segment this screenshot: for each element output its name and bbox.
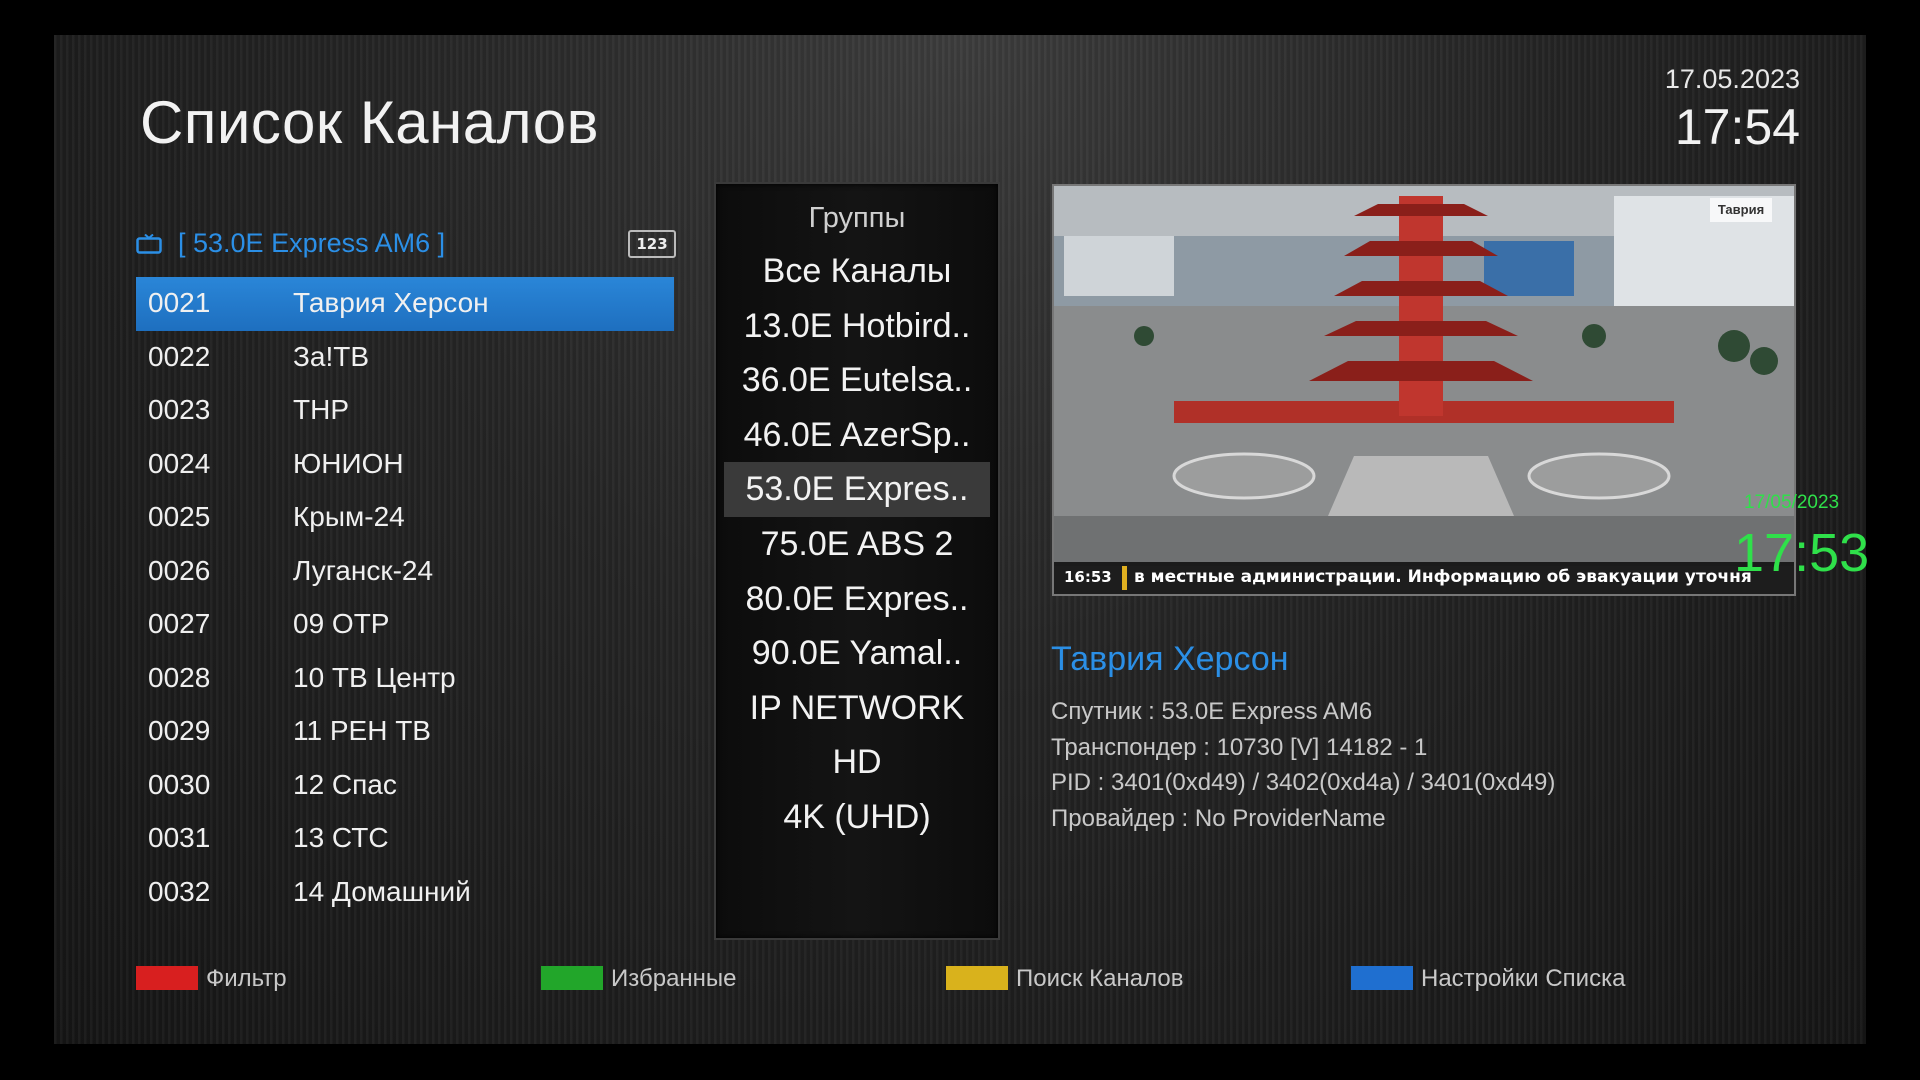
info-channel-name: Таврия Херсон [1051, 640, 1289, 678]
channel-row[interactable]: 0028 10 ТВ Центр [136, 652, 674, 706]
legend-label: Поиск Каналов [1016, 965, 1184, 992]
legend-label: Настройки Списка [1421, 965, 1626, 992]
channel-row[interactable]: 0030 12 Спас [136, 759, 674, 813]
channel-number: 0023 [148, 394, 211, 425]
group-item[interactable]: 75.0E ABS 2 [724, 517, 990, 572]
group-item[interactable]: 46.0E AzerSp.. [724, 408, 990, 463]
channel-name: Крым-24 [293, 501, 405, 532]
channel-name: ТНР [293, 394, 349, 425]
group-item[interactable]: Все Каналы [724, 244, 990, 299]
channel-row[interactable]: 0027 09 ОТР [136, 598, 674, 652]
news-ticker: 16:53 в местные администрации. Информаци… [1054, 562, 1794, 594]
channel-row[interactable]: 0022 За!ТВ [136, 331, 674, 385]
ticker-time: 16:53 [1064, 568, 1112, 586]
info-provider: Провайдер : No ProviderName [1051, 804, 1386, 832]
channel-name: 10 ТВ Центр [293, 661, 456, 693]
yellow-key-swatch [946, 966, 1008, 990]
channel-row[interactable]: 0029 11 РЕН ТВ [136, 705, 674, 759]
channel-number: 0022 [148, 340, 211, 372]
channel-row[interactable]: 0025 Крым-24 [136, 491, 674, 545]
page-title: Список Каналов [140, 89, 600, 156]
satellite-label: [ 53.0E Express AM6 ] [178, 228, 446, 258]
channel-name: Таврия Херсон [293, 287, 489, 318]
channel-name: ЮНИОН [293, 447, 404, 479]
channel-name: 13 СТС [293, 822, 389, 853]
number-mode-badge: 123 [628, 230, 676, 258]
group-item[interactable]: 13.0E Hotbird.. [724, 299, 990, 354]
channel-number: 0026 [148, 554, 211, 586]
header-time: 17:54 [1674, 99, 1800, 155]
channel-number: 0025 [148, 501, 211, 532]
channel-number: 0028 [148, 661, 211, 693]
channel-name: 12 Спас [293, 768, 397, 800]
group-item[interactable]: 90.0E Yamal.. [724, 626, 990, 681]
group-item[interactable]: 36.0E Eutelsa.. [724, 353, 990, 408]
channel-name: 09 ОТР [293, 608, 390, 639]
green-key-swatch [541, 966, 603, 990]
legend-label: Избранные [611, 965, 737, 992]
channel-row[interactable]: 0026 Луганск-24 [136, 545, 674, 599]
ticker-divider [1122, 566, 1127, 590]
channel-name: 14 Домашний [293, 875, 471, 907]
channel-info: Спутник : 53.0E Express AM6 Транспондер … [1051, 694, 1555, 836]
group-list: Все Каналы 13.0E Hotbird.. 36.0E Eutelsa..… [724, 244, 990, 845]
group-item[interactable]: IP NETWORK [724, 681, 990, 736]
channel-name: За!ТВ [293, 340, 370, 372]
channel-number: 0021 [148, 287, 211, 318]
groups-panel: Группы Все Каналы 13.0E Hotbird.. 36.0E Eu… [714, 182, 1000, 940]
tv-icon [136, 234, 162, 254]
channel-number: 0030 [148, 768, 211, 800]
group-item[interactable]: HD [724, 735, 990, 790]
channel-number: 0024 [148, 447, 211, 479]
channel-number: 0032 [148, 875, 211, 907]
info-pid: PID : 3401(0xd49) / 3402(0xd4a) / 3401(0… [1051, 769, 1556, 796]
ticker-text: в местные администрации. Информацию об э… [1134, 567, 1752, 587]
channel-row[interactable]: 0024 ЮНИОН [136, 438, 674, 492]
channel-row[interactable]: 0031 13 СТС [136, 812, 674, 866]
channel-row[interactable]: 0032 14 Домашний [136, 866, 674, 920]
info-satellite: Спутник : 53.0E Express AM6 [1051, 698, 1373, 725]
channel-name: Луганск-24 [293, 554, 434, 586]
channel-row[interactable]: 0023 ТНР [136, 384, 674, 438]
header-date: 17.05.2023 [1664, 64, 1800, 94]
channel-number: 0027 [148, 608, 211, 639]
group-item[interactable]: 4K (UHD) [724, 790, 990, 845]
satellite-header[interactable]: [ 53.0E Express AM6 ] 123 [136, 226, 676, 266]
channel-number: 0031 [148, 822, 211, 853]
blue-key-swatch [1351, 966, 1413, 990]
group-item[interactable]: 80.0E Expres.. [724, 572, 990, 627]
channel-number: 0029 [148, 715, 211, 746]
info-transponder: Транспондер : 10730 [V] 14182 - 1 [1051, 733, 1428, 761]
channel-logo: Таврия [1710, 198, 1772, 222]
osd-date: 17/05/2023 [1744, 492, 1840, 513]
channel-name: 11 РЕН ТВ [293, 715, 431, 746]
channel-row[interactable]: 0021 Таврия Херсон [136, 277, 674, 331]
channel-list: 0021 Таврия Херсон 0022 За!ТВ 0023 ТНР 0024 ЮНИ… [136, 277, 674, 919]
groups-title: Группы [808, 202, 906, 234]
preview-scene-image [1054, 186, 1794, 566]
group-item[interactable]: 53.0E Expres.. [724, 462, 990, 517]
red-key-swatch [136, 966, 198, 990]
osd-time: 17:53 [1734, 523, 1870, 583]
video-preview: Таврия 16:53 в местные администрации. Ин… [1052, 184, 1796, 596]
legend-label: Фильтр [206, 965, 287, 992]
